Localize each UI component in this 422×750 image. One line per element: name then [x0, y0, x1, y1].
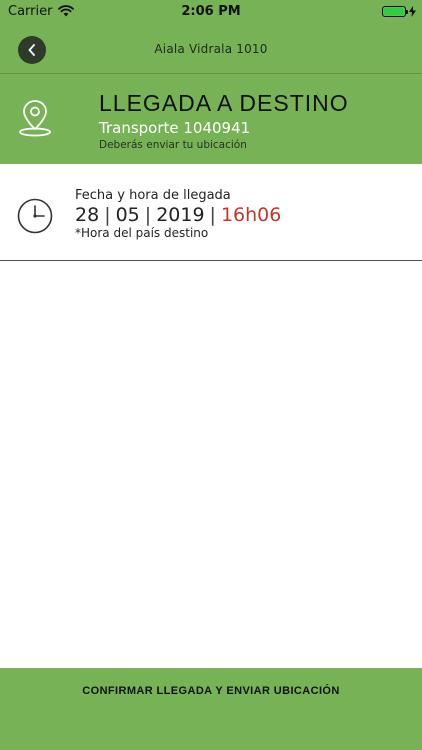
- arrival-date: 28 | 05 | 2019 | 16h06: [75, 204, 281, 226]
- charging-bolt-icon: [409, 5, 416, 17]
- transport-number: Transporte 1040941: [99, 119, 251, 137]
- battery-icon: [382, 5, 408, 17]
- location-pin-icon: [19, 100, 51, 137]
- clock-icon: [17, 198, 53, 234]
- date-separator: |: [144, 204, 152, 226]
- date-separator: |: [209, 204, 216, 226]
- status-left: Carrier: [8, 3, 75, 19]
- carrier-label: Carrier: [8, 3, 53, 19]
- wifi-icon: [58, 5, 75, 17]
- status-bar: Carrier 2:06 PM: [0, 0, 422, 22]
- status-right: [382, 5, 416, 17]
- location-note: Deberás enviar tu ubicación: [99, 139, 247, 151]
- nav-bar: Aiala Vidrala 1010: [0, 22, 422, 74]
- confirm-arrival-button[interactable]: CONFIRMAR LLEGADA Y ENVIAR UBICACIÓN: [82, 685, 339, 697]
- page-title: LLEGADA A DESTINO: [99, 90, 349, 116]
- arrival-year: 2019: [156, 204, 205, 226]
- timezone-note: *Hora del país destino: [75, 226, 209, 240]
- arrival-time: 16h06: [220, 204, 282, 226]
- date-separator: |: [104, 204, 111, 226]
- arrival-label: Fecha y hora de llegada: [75, 188, 231, 203]
- arrival-datetime-section: Fecha y hora de llegada 28 | 05 | 2019 | 16h06…: [0, 164, 422, 261]
- arrival-header: LLEGADA A DESTINO Transporte 1040941 Deb…: [0, 74, 422, 164]
- footer: CONFIRMAR LLEGADA Y ENVIAR UBICACIÓN: [0, 668, 422, 750]
- arrival-day: 28: [75, 204, 100, 226]
- arrival-month: 05: [115, 204, 140, 226]
- nav-title: Aiala Vidrala 1010: [154, 42, 268, 56]
